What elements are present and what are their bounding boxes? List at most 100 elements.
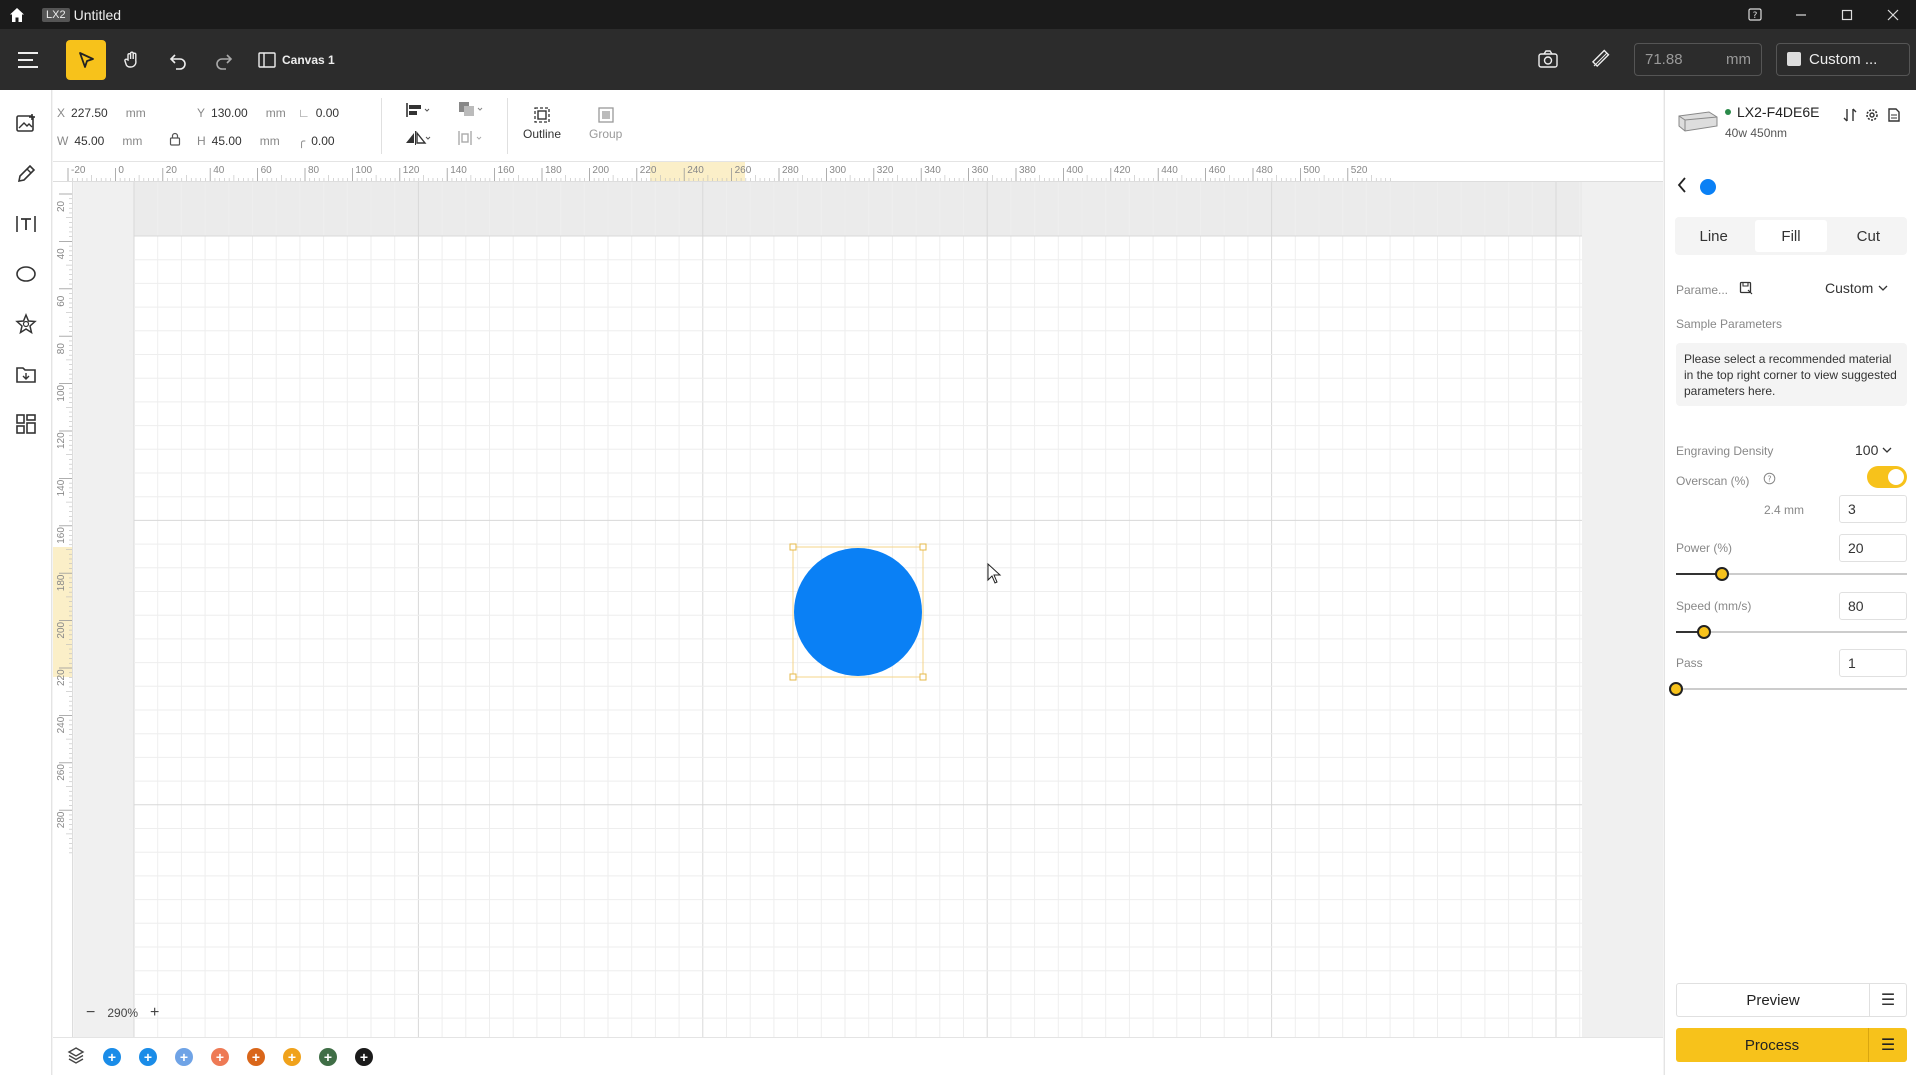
ruler-label: 140: [450, 165, 467, 176]
layer-color-button[interactable]: +: [103, 1047, 121, 1066]
layer-color-button[interactable]: +: [211, 1047, 229, 1066]
power-slider-thumb[interactable]: [1715, 567, 1730, 581]
layer-color-button[interactable]: +: [175, 1047, 193, 1066]
preview-button[interactable]: Preview: [1676, 983, 1869, 1017]
ruler-label: 100: [355, 165, 372, 176]
ruler-label: 360: [972, 165, 989, 176]
process-mode-tabs: Line Fill Cut: [1675, 217, 1907, 255]
w-value: 45.00: [74, 134, 105, 148]
angle-field[interactable]: ∟ 0.00: [298, 106, 339, 120]
horizontal-ruler: -20 0 20 40 60 80 100 120 140 160 180 200 220 240 260 2…: [53, 162, 1663, 182]
vertical-ruler: 20 40 60 80 100 120 140 160 180 200 220 240 260 280: [53, 182, 73, 1037]
zoom-out-icon[interactable]: −: [86, 1004, 95, 1022]
apps-icon[interactable]: [8, 406, 44, 442]
save-parameters-icon[interactable]: [1739, 281, 1753, 298]
image-tool-icon[interactable]: [8, 106, 44, 142]
layer-color-button[interactable]: +: [319, 1047, 337, 1066]
flip-icon[interactable]: [405, 130, 431, 149]
w-field[interactable]: W 45.00 mm: [57, 134, 142, 148]
y-value: 130.00: [211, 106, 248, 120]
lock-ratio-icon[interactable]: [169, 132, 181, 149]
design-canvas[interactable]: [74, 182, 1663, 1037]
layer-color-button[interactable]: +: [247, 1047, 265, 1066]
group-button[interactable]: Group: [589, 106, 622, 141]
ruler-selection-highlight: [53, 547, 72, 677]
tab-cut[interactable]: Cut: [1833, 220, 1904, 252]
overscan-input[interactable]: 3: [1839, 495, 1907, 523]
maximize-icon[interactable]: [1824, 0, 1870, 29]
text-tool-icon[interactable]: [8, 206, 44, 242]
canvas-tab[interactable]: Canvas 1: [258, 51, 335, 68]
ruler-label: 520: [1351, 165, 1368, 176]
select-tool-icon[interactable]: [66, 39, 106, 80]
shape-tool-icon[interactable]: [8, 256, 44, 292]
document-icon[interactable]: [1887, 108, 1901, 125]
hand-tool-icon[interactable]: [112, 40, 152, 80]
help-icon[interactable]: ?: [1732, 0, 1778, 29]
ruler-label: 400: [1066, 165, 1083, 176]
tab-line[interactable]: Line: [1678, 220, 1749, 252]
layer-color-button[interactable]: +: [355, 1047, 373, 1066]
minimize-icon[interactable]: [1778, 0, 1824, 29]
ruler-label: 280: [782, 165, 799, 176]
camera-icon[interactable]: [1528, 39, 1568, 79]
size-input-unit: mm: [1726, 50, 1751, 68]
tab-fill[interactable]: Fill: [1755, 220, 1827, 252]
device-info[interactable]: LX2-F4DE6E 40w 450nm: [1677, 104, 1819, 140]
angle-icon: ∟: [298, 106, 310, 120]
menu-icon[interactable]: [8, 40, 48, 80]
align-icon[interactable]: [405, 102, 431, 121]
x-field[interactable]: X 227.50 mm: [57, 106, 146, 120]
connected-status-dot: [1725, 109, 1731, 115]
close-icon[interactable]: [1870, 0, 1916, 29]
process-button[interactable]: Process: [1676, 1028, 1869, 1062]
home-icon[interactable]: [0, 0, 34, 29]
undo-icon[interactable]: [158, 40, 198, 80]
w-unit: mm: [122, 134, 143, 148]
import-icon[interactable]: [8, 356, 44, 392]
back-chevron-icon[interactable]: [1676, 176, 1688, 197]
preview-menu-icon[interactable]: ☰: [1869, 983, 1907, 1017]
parameters-select[interactable]: Custom: [1825, 280, 1889, 296]
engraving-density-value: 100: [1855, 442, 1879, 458]
measure-tool-icon[interactable]: [1580, 39, 1620, 79]
y-field[interactable]: Y 130.00 mm: [197, 106, 286, 120]
circle-shape[interactable]: [794, 548, 922, 676]
redo-icon[interactable]: [204, 40, 244, 80]
process-menu-icon[interactable]: ☰: [1869, 1028, 1907, 1062]
size-input[interactable]: 71.88 mm: [1634, 42, 1762, 76]
speed-input[interactable]: 80: [1839, 592, 1907, 620]
pass-slider-thumb[interactable]: [1669, 682, 1683, 696]
ruler-label: 380: [1019, 165, 1036, 176]
speed-slider-thumb[interactable]: [1696, 625, 1711, 639]
element-tool-icon[interactable]: [8, 306, 44, 342]
power-slider[interactable]: [1676, 567, 1907, 581]
power-input[interactable]: 20: [1839, 534, 1907, 562]
settings-gear-icon[interactable]: [1865, 108, 1879, 125]
layers-icon[interactable]: [67, 1046, 85, 1067]
zoom-control: − 290% +: [80, 1004, 165, 1022]
layer-color-button[interactable]: +: [283, 1047, 301, 1066]
swap-icon[interactable]: [1843, 108, 1857, 125]
layer-color-button[interactable]: +: [139, 1047, 157, 1066]
engraving-density-select[interactable]: 100: [1855, 442, 1893, 458]
main-toolbar: Canvas 1 71.88 mm Custom ...: [0, 29, 1916, 90]
outline-button[interactable]: Outline: [523, 106, 561, 141]
pass-input[interactable]: 1: [1839, 649, 1907, 677]
title-bar: LX2 Untitled ?: [0, 0, 1916, 29]
corner-radius-field[interactable]: ╭ 0.00: [298, 134, 335, 148]
size-input-value: 71.88: [1645, 50, 1683, 68]
distribute-icon[interactable]: [457, 130, 483, 149]
speed-slider[interactable]: [1676, 625, 1907, 639]
overscan-help-icon[interactable]: ?: [1763, 472, 1776, 488]
material-select-button[interactable]: Custom ...: [1776, 42, 1910, 76]
pen-tool-icon[interactable]: [8, 156, 44, 192]
arrange-icon[interactable]: [457, 100, 483, 121]
h-field[interactable]: H 45.00 mm: [197, 134, 280, 148]
corner-radius-icon: ╭: [298, 134, 306, 148]
pass-slider[interactable]: [1669, 682, 1907, 696]
ruler-label: 120: [56, 432, 67, 449]
zoom-in-icon[interactable]: +: [150, 1004, 159, 1022]
overscan-toggle[interactable]: [1867, 466, 1907, 488]
ruler-label: 60: [261, 165, 273, 176]
